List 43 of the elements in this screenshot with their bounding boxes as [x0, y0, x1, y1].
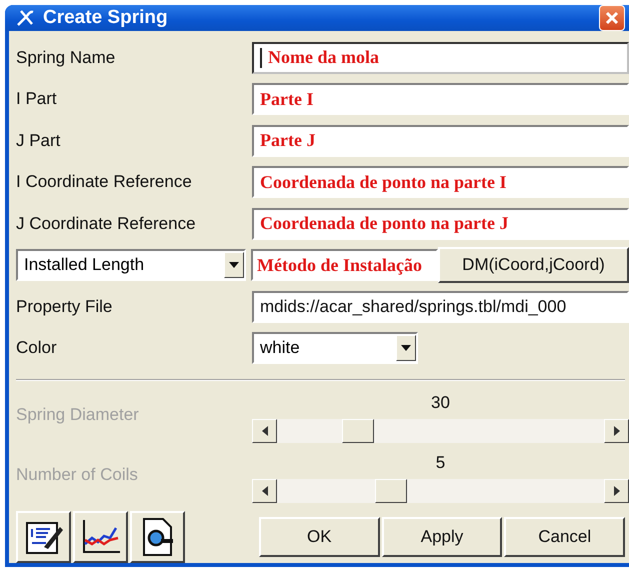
document-magnifier-icon — [140, 517, 174, 557]
dialog-button[interactable]: OK — [259, 517, 380, 557]
plot-button[interactable] — [73, 511, 128, 563]
text-field[interactable]: Coordenada de ponto na parte J — [252, 208, 629, 240]
slider-label: Spring Diameter — [16, 405, 140, 426]
left-arrow-button[interactable] — [252, 479, 277, 503]
dm-function-button[interactable]: DM(iCoord,jCoord) — [438, 247, 629, 284]
close-button[interactable] — [599, 5, 625, 31]
window-title: Create Spring — [43, 7, 169, 29]
field-label: I Part — [16, 89, 58, 110]
left-triangle-icon — [262, 486, 268, 496]
method-dropdown[interactable]: Installed Length — [16, 249, 246, 282]
dropdown-arrow-icon — [229, 262, 239, 268]
field-label: Spring Name — [16, 48, 116, 68]
close-icon — [605, 11, 619, 25]
right-triangle-icon — [614, 426, 620, 436]
right-triangle-icon — [614, 486, 620, 496]
field-label: Color — [16, 338, 58, 358]
text-field[interactable]: Nome da mola — [252, 42, 629, 74]
field-label: J Coordinate Reference — [16, 214, 197, 234]
inspect-file-button[interactable] — [130, 511, 185, 563]
text-field[interactable]: Parte J — [252, 124, 629, 157]
text-field[interactable]: Parte I — [252, 83, 629, 116]
edit-notes-button[interactable] — [16, 511, 71, 563]
slider-value: 5 — [436, 453, 446, 473]
dialog-button[interactable]: Cancel — [504, 517, 626, 557]
slider-track[interactable] — [252, 479, 629, 503]
left-triangle-icon — [262, 426, 268, 436]
dialog-button[interactable]: Apply — [382, 517, 502, 557]
field-label: I Coordinate Reference — [16, 172, 193, 192]
text-field[interactable]: Coordenada de ponto na parte I — [252, 166, 629, 198]
field-label: J Part — [16, 130, 62, 151]
value-field[interactable]: Método de Instalação — [251, 249, 438, 282]
right-arrow-button[interactable] — [604, 479, 629, 503]
slider-track[interactable] — [252, 419, 629, 443]
dropdown-arrow-icon — [401, 345, 411, 352]
slider-value: 30 — [431, 393, 450, 413]
color-dropdown[interactable]: white — [252, 332, 418, 364]
slider-label: Number of Coils — [16, 465, 139, 486]
field-label: Property File — [16, 296, 114, 317]
right-arrow-button[interactable] — [604, 419, 629, 443]
left-arrow-button[interactable] — [252, 419, 277, 443]
property-file-field[interactable]: mdids://acar_shared/springs.tbl/mdi_000 — [252, 290, 629, 323]
